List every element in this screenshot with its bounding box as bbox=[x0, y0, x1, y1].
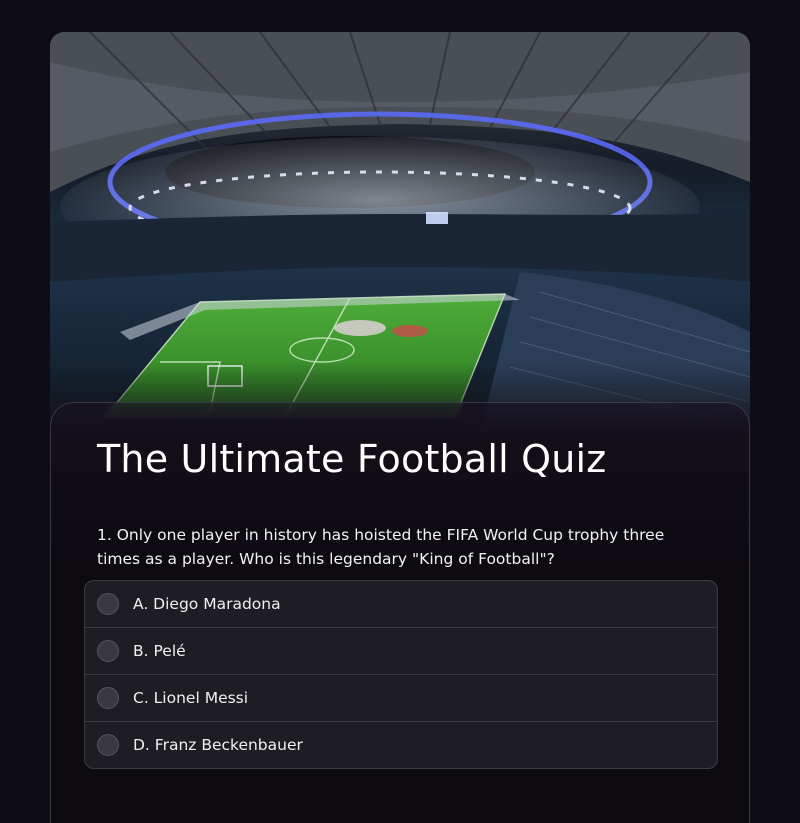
answer-option-a[interactable]: A. Diego Maradona bbox=[85, 581, 717, 628]
quiz-title: The Ultimate Football Quiz bbox=[97, 437, 607, 481]
radio-button-d[interactable] bbox=[97, 734, 119, 756]
answer-options: A. Diego Maradona B. Pelé C. Lionel Mess… bbox=[84, 580, 718, 769]
answer-option-label: B. Pelé bbox=[133, 642, 186, 660]
answer-option-label: D. Franz Beckenbauer bbox=[133, 736, 303, 754]
stadium-hero-image bbox=[50, 32, 750, 432]
stadium-illustration bbox=[50, 32, 750, 432]
radio-button-c[interactable] bbox=[97, 687, 119, 709]
question-text: 1. Only one player in history has hoiste… bbox=[97, 526, 665, 568]
answer-option-label: C. Lionel Messi bbox=[133, 689, 249, 707]
answer-option-b[interactable]: B. Pelé bbox=[85, 628, 717, 675]
radio-button-b[interactable] bbox=[97, 640, 119, 662]
radio-button-a[interactable] bbox=[97, 593, 119, 615]
answer-option-label: A. Diego Maradona bbox=[133, 595, 281, 613]
answer-option-d[interactable]: D. Franz Beckenbauer bbox=[85, 722, 717, 768]
quiz-panel: The Ultimate Football Quiz 1. Only one p… bbox=[50, 402, 750, 823]
answer-option-c[interactable]: C. Lionel Messi bbox=[85, 675, 717, 722]
